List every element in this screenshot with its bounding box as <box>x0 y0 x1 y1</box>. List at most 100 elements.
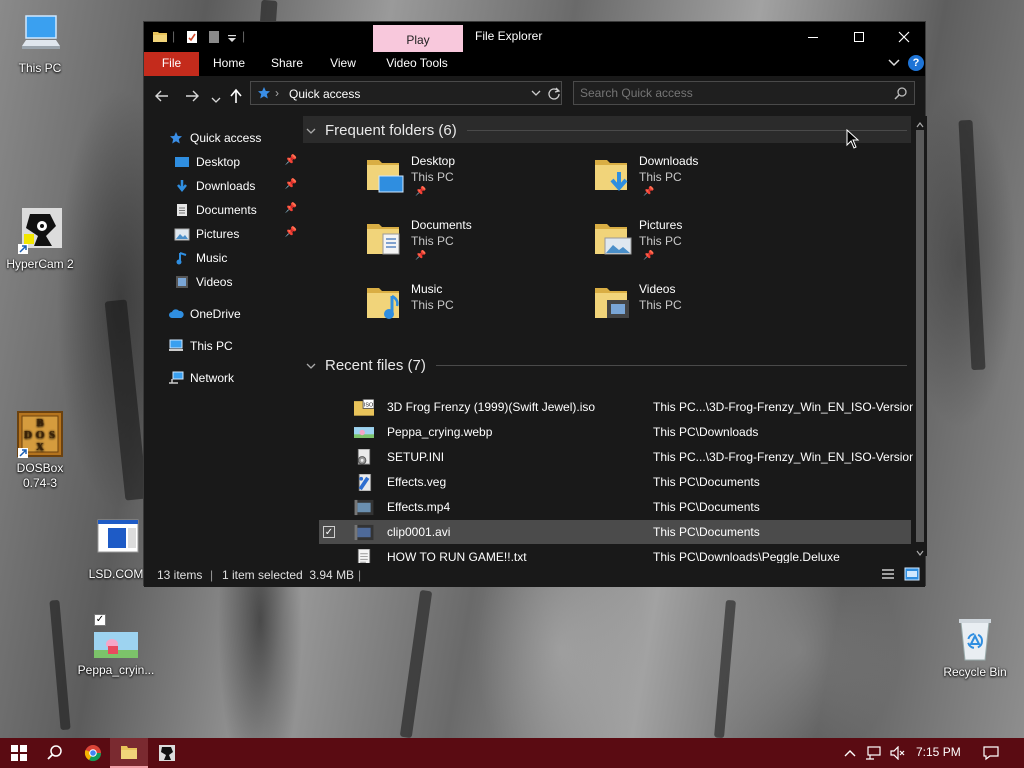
music-folder-icon <box>367 288 399 319</box>
arrow-left-icon <box>155 90 168 102</box>
help-button[interactable]: ? <box>908 55 924 71</box>
volume-button[interactable] <box>886 738 910 768</box>
volume-muted-icon <box>890 746 905 760</box>
file-name: 3D Frog Frenzy (1999)(Swift Jewel).iso <box>387 400 596 414</box>
qat-customize-icon[interactable] <box>226 29 238 45</box>
group-header-frequent[interactable]: Frequent folders (6) <box>303 118 911 142</box>
list-item[interactable]: Effects.mp4 This PC\Documents <box>319 495 911 519</box>
large-icons-view-button[interactable] <box>904 566 920 585</box>
sidebar-item-onedrive[interactable]: OneDrive <box>144 302 301 326</box>
tab-file[interactable]: File <box>144 52 199 76</box>
close-icon <box>898 31 910 43</box>
list-item[interactable]: Effects.veg This PC\Documents <box>319 470 911 494</box>
expand-ribbon-button[interactable] <box>888 56 900 73</box>
forward-button[interactable] <box>184 88 200 108</box>
tab-video-tools[interactable]: Video Tools <box>376 52 458 76</box>
action-center-button[interactable] <box>974 738 1008 768</box>
tab-home[interactable]: Home <box>206 52 252 76</box>
sidebar-item-network[interactable]: Network <box>144 366 301 390</box>
sidebar-item-downloads[interactable]: Downloads 📌 <box>144 174 301 198</box>
chevron-down-icon <box>211 97 221 103</box>
taskbar-clock[interactable]: 7:15 PM <box>916 745 961 759</box>
search-box[interactable] <box>573 81 915 105</box>
network-icon <box>866 746 881 760</box>
desktop-icon-this-pc[interactable]: This PC <box>0 10 80 76</box>
taskbar-file-explorer[interactable] <box>110 738 148 768</box>
list-item[interactable]: ISO 3D Frog Frenzy (1999)(Swift Jewel).i… <box>319 395 916 419</box>
sidebar-item-pictures[interactable]: Pictures 📌 <box>144 222 301 246</box>
minimize-button[interactable] <box>790 22 836 52</box>
list-item[interactable]: SETUP.INI This PC...\3D-Frog-Frenzy_Win_… <box>319 445 916 469</box>
recent-locations-button[interactable] <box>211 92 221 109</box>
folder-tile-downloads[interactable]: Downloads This PC 📌 <box>593 154 813 214</box>
sidebar-item-desktop[interactable]: Desktop 📌 <box>144 150 301 174</box>
pin-icon[interactable]: 📌 <box>285 155 297 166</box>
chevron-down-icon <box>303 122 319 139</box>
selection-info: 1 item selected 3.94 MB <box>222 568 355 582</box>
up-button[interactable] <box>228 88 244 108</box>
document-icon <box>174 202 190 218</box>
window-title: File Explorer <box>475 29 543 43</box>
image-file-icon <box>92 630 140 660</box>
new-folder-icon[interactable] <box>206 29 222 45</box>
refresh-button[interactable] <box>547 86 561 103</box>
checkbox[interactable]: ✓ <box>94 614 106 626</box>
start-button[interactable] <box>0 738 38 768</box>
hypercam-icon <box>159 745 175 761</box>
taskbar-chrome[interactable] <box>74 738 112 768</box>
folder-location: This PC <box>639 234 682 248</box>
file-explorer-icon <box>121 746 137 759</box>
pin-icon[interactable]: 📌 <box>285 203 297 214</box>
title-bar: | | Play File Explorer <box>144 22 925 52</box>
sidebar-item-music[interactable]: Music <box>144 246 301 270</box>
search-button[interactable] <box>36 738 74 768</box>
desktop-icon-dosbox[interactable]: B D O S X DOSBox 0.74-3 <box>0 410 80 491</box>
pin-icon: 📌 <box>415 250 427 260</box>
folder-name: Documents <box>411 218 472 232</box>
folder-tile-pictures[interactable]: Pictures This PC 📌 <box>593 218 813 278</box>
list-item[interactable]: Peppa_crying.webp This PC\Downloads <box>319 420 911 444</box>
breadcrumb-quick-access[interactable]: Quick access <box>289 87 360 101</box>
folder-tile-music[interactable]: Music This PC <box>365 282 585 342</box>
maximize-button[interactable] <box>836 22 882 52</box>
folder-tile-desktop[interactable]: Desktop This PC 📌 <box>365 154 585 214</box>
desktop-icon-peppa[interactable]: ✓ Peppa_cryin... <box>76 612 156 678</box>
folder-name: Music <box>411 282 443 296</box>
search-input[interactable] <box>580 85 880 101</box>
sidebar-item-label: Downloads <box>196 179 256 193</box>
sidebar-item-label: OneDrive <box>190 307 241 321</box>
desktop-icon-recycle-bin[interactable]: Recycle Bin <box>935 614 1015 680</box>
sidebar-item-quick-access[interactable]: Quick access <box>144 126 301 150</box>
folder-tile-documents[interactable]: Documents This PC 📌 <box>365 218 585 278</box>
sidebar-item-documents[interactable]: Documents 📌 <box>144 198 301 222</box>
show-hidden-icons-button[interactable] <box>838 738 862 768</box>
back-button[interactable] <box>154 88 170 108</box>
chevron-down-icon <box>888 59 900 67</box>
details-view-button[interactable] <box>881 567 895 584</box>
pin-icon[interactable]: 📌 <box>285 179 297 190</box>
scrollbar-thumb[interactable] <box>916 130 924 542</box>
content-pane: Frequent folders (6) Desktop This PC 📌 D… <box>303 116 916 566</box>
sidebar-item-videos[interactable]: Videos <box>144 270 301 294</box>
close-button[interactable] <box>881 22 927 52</box>
network-status-button[interactable] <box>861 738 885 768</box>
taskbar-hypercam[interactable] <box>148 738 186 768</box>
tab-share[interactable]: Share <box>264 52 310 76</box>
tab-play[interactable]: Play <box>373 25 463 52</box>
pin-icon[interactable]: 📌 <box>285 227 297 238</box>
folder-tile-videos[interactable]: Videos This PC <box>593 282 813 342</box>
tab-view[interactable]: View <box>322 52 364 76</box>
desktop-icon-hypercam[interactable]: HyperCam 2 <box>0 206 80 272</box>
dosbox-letter: B <box>36 417 44 429</box>
videos-folder-icon <box>595 288 629 318</box>
address-bar[interactable]: › Quick access <box>250 81 562 105</box>
sidebar-item-this-pc[interactable]: This PC <box>144 334 301 358</box>
checkbox[interactable]: ✓ <box>323 526 335 538</box>
scroll-down-icon[interactable] <box>916 546 924 560</box>
group-title: Recent files (7) <box>325 356 426 374</box>
address-history-button[interactable] <box>531 86 541 103</box>
vertical-scrollbar[interactable] <box>913 116 927 556</box>
group-header-recent[interactable]: Recent files (7) <box>303 353 911 377</box>
properties-icon[interactable] <box>184 29 200 45</box>
list-item-selected[interactable]: ✓ clip0001.avi This PC\Documents <box>319 520 911 544</box>
